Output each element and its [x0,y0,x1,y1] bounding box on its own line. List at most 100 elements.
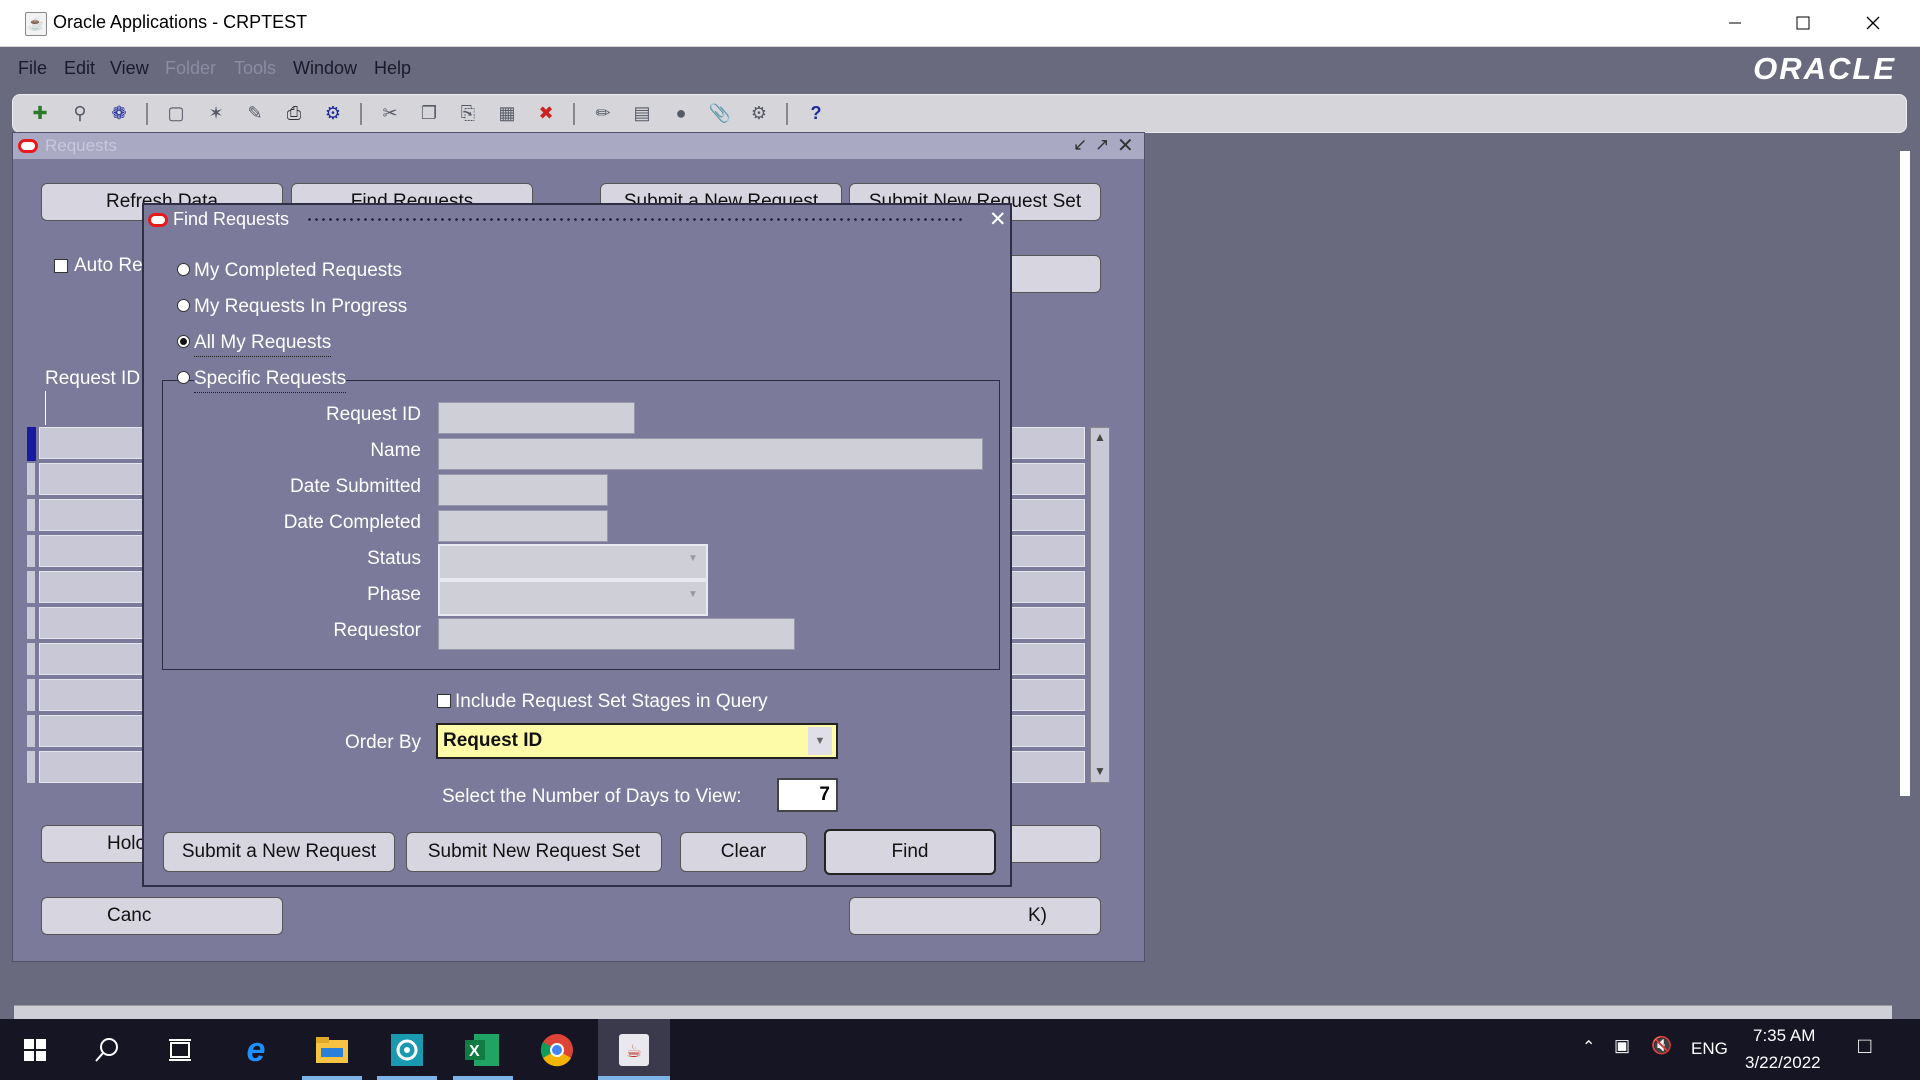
radio-my-completed-requests[interactable] [177,263,190,276]
action-center-icon[interactable]: □ [1858,1033,1871,1059]
chevron-down-icon[interactable]: ▼ [808,727,832,755]
print-icon[interactable]: ⎙ [281,101,307,125]
record-indicator[interactable] [27,715,35,747]
ok-button[interactable]: K) [849,897,1101,935]
start-icon[interactable] [12,1027,58,1073]
record-indicator[interactable] [27,607,35,639]
navigator-icon[interactable]: ❁ [106,101,132,125]
request-row-cell[interactable] [1011,463,1085,495]
menu-edit[interactable]: Edit [64,58,95,79]
request-rows-scrollbar[interactable]: ▲ ▼ [1090,427,1110,783]
minimize-button[interactable] [1700,0,1770,46]
record-indicator[interactable] [27,679,35,711]
input-language[interactable]: ENG [1691,1039,1728,1059]
menu-folder[interactable]: Folder [165,58,216,79]
request-row-cell[interactable] [1011,751,1085,783]
find-icon[interactable]: ⚲ [67,101,93,125]
request-row-cell[interactable] [1011,535,1085,567]
clock-date[interactable]: 3/22/2022 [1745,1053,1821,1073]
new-icon[interactable]: ✚ [27,101,53,125]
zoom-icon[interactable]: ▤ [629,101,655,125]
close-dialog-icon[interactable]: ✕ [989,207,1007,232]
status-select[interactable]: ▼ [438,544,708,580]
edit-field-icon[interactable]: ✏ [590,101,616,125]
close-form-icon[interactable]: ✕ [1117,133,1134,158]
request-id-input[interactable] [438,402,635,434]
cut-icon[interactable]: ✂ [377,101,403,125]
request-row-cell[interactable] [39,427,159,459]
include-stages-checkbox[interactable] [437,694,451,708]
java-icon[interactable]: ☕ [611,1027,657,1073]
request-row-cell[interactable] [1011,643,1085,675]
request-row-cell[interactable] [1011,715,1085,747]
folder-tools-icon[interactable]: ⚙ [746,101,772,125]
excel-icon[interactable]: X [459,1027,505,1073]
request-row-cell[interactable] [39,607,159,639]
radio-specific-requests[interactable] [177,371,190,384]
request-row-cell[interactable] [39,571,159,603]
settings-app-icon[interactable] [384,1027,430,1073]
request-row-cell[interactable] [1011,499,1085,531]
minimize-form-icon[interactable]: ↙ [1073,135,1087,155]
days-to-view-input[interactable]: 7 [777,778,838,812]
copy-icon[interactable]: ❐ [416,101,442,125]
record-indicator[interactable] [27,535,35,567]
menu-help[interactable]: Help [374,58,411,79]
name-input[interactable] [438,438,983,470]
close-form-icon[interactable]: ⚙ [320,101,346,125]
request-row-cell[interactable] [39,715,159,747]
attachments-icon[interactable]: 📎 [707,101,733,125]
requestor-input[interactable] [438,618,795,650]
record-indicator[interactable] [27,463,35,495]
next-step-icon[interactable]: ✶ [203,101,229,125]
menu-window[interactable]: Window [293,58,357,79]
auto-refresh-checkbox[interactable] [54,259,68,273]
delete-record-icon[interactable]: ✖ [533,101,559,125]
find-button[interactable]: Find [824,829,996,875]
submit-new-request-set-button[interactable]: Submit New Request Set [406,832,662,872]
menu-view[interactable]: View [110,58,149,79]
request-row-cell[interactable] [1011,679,1085,711]
request-row-cell[interactable] [39,679,159,711]
volume-muted-icon[interactable]: 🔇 [1651,1036,1672,1056]
scroll-up-icon[interactable]: ▲ [1094,430,1106,444]
cancel-request-button[interactable]: Canc [41,897,283,935]
submit-new-request-button[interactable]: Submit a New Request [163,832,395,872]
radio-my-requests-in-progress[interactable] [177,299,190,312]
new-record-icon[interactable]: ▦ [494,101,520,125]
request-row-cell[interactable] [39,535,159,567]
date-completed-input[interactable] [438,510,608,542]
request-row-cell[interactable] [1011,427,1085,459]
maximize-button[interactable] [1768,0,1838,46]
record-indicator[interactable] [27,499,35,531]
help-icon[interactable]: ? [803,101,829,125]
clear-button[interactable]: Clear [680,832,807,872]
record-indicator[interactable] [27,571,35,603]
phase-select[interactable]: ▼ [438,580,708,616]
request-row-cell[interactable] [1011,607,1085,639]
show-hidden-icons-icon[interactable]: ⌃ [1582,1037,1595,1057]
clock-time[interactable]: 7:35 AM [1753,1026,1815,1046]
request-row-cell[interactable] [39,643,159,675]
record-indicator[interactable] [27,751,35,783]
chrome-icon[interactable] [534,1027,580,1073]
record-indicator[interactable] [27,643,35,675]
network-icon[interactable]: ▣ [1614,1036,1630,1056]
search-icon[interactable] [84,1027,130,1073]
request-row-cell[interactable] [39,751,159,783]
paste-icon[interactable]: ⎘ [455,101,481,125]
request-row-cell[interactable] [39,463,159,495]
switch-responsibility-icon[interactable]: ✎ [242,101,268,125]
task-view-icon[interactable] [157,1027,203,1073]
menu-tools[interactable]: Tools [234,58,276,79]
translations-icon[interactable]: ● [668,101,694,125]
date-submitted-input[interactable] [438,474,608,506]
order-by-select[interactable]: Request ID ▼ [436,723,838,759]
menu-file[interactable]: File [18,58,47,79]
maximize-form-icon[interactable]: ↗ [1095,135,1109,155]
save-icon[interactable]: ▢ [163,101,189,125]
request-row-cell[interactable] [39,499,159,531]
file-explorer-icon[interactable] [309,1027,355,1073]
request-row-cell[interactable] [1011,571,1085,603]
radio-all-my-requests[interactable] [177,335,190,348]
